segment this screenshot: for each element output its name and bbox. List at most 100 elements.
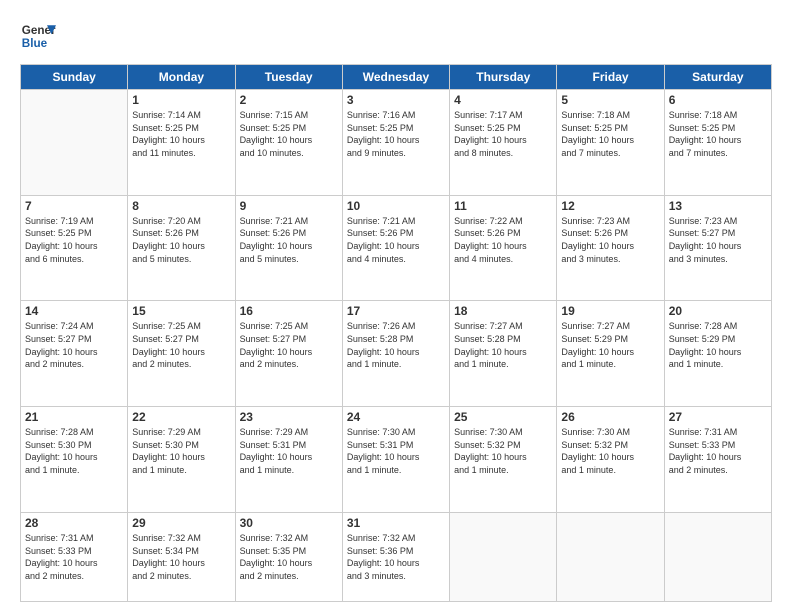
day-number: 31 <box>347 516 445 530</box>
day-number: 28 <box>25 516 123 530</box>
header-saturday: Saturday <box>664 65 771 90</box>
logo-icon: General Blue <box>20 18 56 54</box>
day-number: 19 <box>561 304 659 318</box>
table-row: 23Sunrise: 7:29 AM Sunset: 5:31 PM Dayli… <box>235 407 342 513</box>
day-number: 15 <box>132 304 230 318</box>
table-row: 26Sunrise: 7:30 AM Sunset: 5:32 PM Dayli… <box>557 407 664 513</box>
day-number: 30 <box>240 516 338 530</box>
table-row: 1 Sunrise: 7:14 AM Sunset: 5:25 PM Daylig… <box>128 90 235 196</box>
table-row: 22 Sunrise: 7:29 AM Sunset: 5:30 PM Dayli… <box>128 407 235 513</box>
empty-cell <box>21 90 128 196</box>
day-info: Sunrise: 7:18 AM Sunset: 5:25 PM Dayligh… <box>561 109 659 159</box>
day-number: 14 <box>25 304 123 318</box>
day-info: Sunrise: 7:32 AM Sunset: 5:34 PM Dayligh… <box>132 532 230 582</box>
header-sunday: Sunday <box>21 65 128 90</box>
table-row: 27 Sunrise: 7:31 AM Sunset: 5:33 PM Dayli… <box>664 407 771 513</box>
day-info: Sunrise: 7:20 AM Sunset: 5:26 PM Dayligh… <box>132 215 230 265</box>
day-info: Sunrise: 7:21 AM Sunset: 5:26 PM Dayligh… <box>347 215 445 265</box>
empty-cell <box>664 512 771 601</box>
day-info: Sunrise: 7:14 AM Sunset: 5:25 PM Dayligh… <box>132 109 230 159</box>
table-row: 5 Sunrise: 7:18 AM Sunset: 5:25 PM Daylig… <box>557 90 664 196</box>
table-row: 19 Sunrise: 7:27 AM Sunset: 5:29 PM Dayli… <box>557 301 664 407</box>
table-row: 31 Sunrise: 7:32 AM Sunset: 5:36 PM Dayli… <box>342 512 449 601</box>
day-number: 3 <box>347 93 445 107</box>
table-row: 28 Sunrise: 7:31 AM Sunset: 5:33 PM Dayli… <box>21 512 128 601</box>
day-number: 22 <box>132 410 230 424</box>
header-thursday: Thursday <box>450 65 557 90</box>
day-info: Sunrise: 7:22 AM Sunset: 5:26 PM Dayligh… <box>454 215 552 265</box>
day-info: Sunrise: 7:27 AM Sunset: 5:28 PM Dayligh… <box>454 320 552 370</box>
day-info: Sunrise: 7:31 AM Sunset: 5:33 PM Dayligh… <box>25 532 123 582</box>
table-row: 7 Sunrise: 7:19 AM Sunset: 5:25 PM Daylig… <box>21 195 128 301</box>
table-row: 11 Sunrise: 7:22 AM Sunset: 5:26 PM Dayli… <box>450 195 557 301</box>
logo: General Blue <box>20 18 56 54</box>
table-row: 20 Sunrise: 7:28 AM Sunset: 5:29 PM Dayli… <box>664 301 771 407</box>
day-number: 27 <box>669 410 767 424</box>
day-number: 5 <box>561 93 659 107</box>
table-row: 17 Sunrise: 7:26 AM Sunset: 5:28 PM Dayli… <box>342 301 449 407</box>
day-info: Sunrise: 7:30 AM Sunset: 5:32 PM Dayligh… <box>454 426 552 476</box>
day-number: 6 <box>669 93 767 107</box>
day-info: Sunrise: 7:24 AM Sunset: 5:27 PM Dayligh… <box>25 320 123 370</box>
table-row: 4 Sunrise: 7:17 AM Sunset: 5:25 PM Daylig… <box>450 90 557 196</box>
table-row: 16Sunrise: 7:25 AM Sunset: 5:27 PM Dayli… <box>235 301 342 407</box>
table-row: 13 Sunrise: 7:23 AM Sunset: 5:27 PM Dayli… <box>664 195 771 301</box>
day-number: 18 <box>454 304 552 318</box>
day-info: Sunrise: 7:27 AM Sunset: 5:29 PM Dayligh… <box>561 320 659 370</box>
day-number: 24 <box>347 410 445 424</box>
day-info: Sunrise: 7:32 AM Sunset: 5:35 PM Dayligh… <box>240 532 338 582</box>
day-number: 20 <box>669 304 767 318</box>
day-info: Sunrise: 7:30 AM Sunset: 5:31 PM Dayligh… <box>347 426 445 476</box>
table-row: 3 Sunrise: 7:16 AM Sunset: 5:25 PM Daylig… <box>342 90 449 196</box>
day-info: Sunrise: 7:23 AM Sunset: 5:27 PM Dayligh… <box>669 215 767 265</box>
day-info: Sunrise: 7:32 AM Sunset: 5:36 PM Dayligh… <box>347 532 445 582</box>
table-row: 9 Sunrise: 7:21 AM Sunset: 5:26 PM Daylig… <box>235 195 342 301</box>
day-number: 13 <box>669 199 767 213</box>
table-row: 30 Sunrise: 7:32 AM Sunset: 5:35 PM Dayli… <box>235 512 342 601</box>
day-info: Sunrise: 7:28 AM Sunset: 5:29 PM Dayligh… <box>669 320 767 370</box>
day-number: 29 <box>132 516 230 530</box>
day-info: Sunrise: 7:30 AM Sunset: 5:32 PM Dayligh… <box>561 426 659 476</box>
day-info: Sunrise: 7:26 AM Sunset: 5:28 PM Dayligh… <box>347 320 445 370</box>
day-number: 7 <box>25 199 123 213</box>
day-info: Sunrise: 7:25 AM Sunset: 5:27 PM Dayligh… <box>132 320 230 370</box>
table-row: 29 Sunrise: 7:32 AM Sunset: 5:34 PM Dayli… <box>128 512 235 601</box>
header-tuesday: Tuesday <box>235 65 342 90</box>
table-row: 15 Sunrise: 7:25 AM Sunset: 5:27 PM Dayli… <box>128 301 235 407</box>
day-number: 21 <box>25 410 123 424</box>
table-row: 10Sunrise: 7:21 AM Sunset: 5:26 PM Dayli… <box>342 195 449 301</box>
svg-text:Blue: Blue <box>22 37 48 50</box>
day-number: 16 <box>240 304 338 318</box>
table-row: 6 Sunrise: 7:18 AM Sunset: 5:25 PM Daylig… <box>664 90 771 196</box>
header-friday: Friday <box>557 65 664 90</box>
day-number: 9 <box>240 199 338 213</box>
table-row: 8 Sunrise: 7:20 AM Sunset: 5:26 PM Daylig… <box>128 195 235 301</box>
day-info: Sunrise: 7:23 AM Sunset: 5:26 PM Dayligh… <box>561 215 659 265</box>
day-info: Sunrise: 7:16 AM Sunset: 5:25 PM Dayligh… <box>347 109 445 159</box>
empty-cell <box>450 512 557 601</box>
header: General Blue <box>20 18 772 54</box>
day-info: Sunrise: 7:21 AM Sunset: 5:26 PM Dayligh… <box>240 215 338 265</box>
day-info: Sunrise: 7:31 AM Sunset: 5:33 PM Dayligh… <box>669 426 767 476</box>
day-info: Sunrise: 7:17 AM Sunset: 5:25 PM Dayligh… <box>454 109 552 159</box>
table-row: 14 Sunrise: 7:24 AM Sunset: 5:27 PM Dayli… <box>21 301 128 407</box>
header-wednesday: Wednesday <box>342 65 449 90</box>
table-row: 12 Sunrise: 7:23 AM Sunset: 5:26 PM Dayli… <box>557 195 664 301</box>
calendar-table: Sunday Monday Tuesday Wednesday Thursday… <box>20 64 772 602</box>
day-number: 4 <box>454 93 552 107</box>
day-info: Sunrise: 7:18 AM Sunset: 5:25 PM Dayligh… <box>669 109 767 159</box>
day-info: Sunrise: 7:15 AM Sunset: 5:25 PM Dayligh… <box>240 109 338 159</box>
day-number: 11 <box>454 199 552 213</box>
table-row: 18 Sunrise: 7:27 AM Sunset: 5:28 PM Dayli… <box>450 301 557 407</box>
day-number: 17 <box>347 304 445 318</box>
days-header-row: Sunday Monday Tuesday Wednesday Thursday… <box>21 65 772 90</box>
day-info: Sunrise: 7:19 AM Sunset: 5:25 PM Dayligh… <box>25 215 123 265</box>
day-info: Sunrise: 7:29 AM Sunset: 5:30 PM Dayligh… <box>132 426 230 476</box>
page-container: General Blue Sunday Monday Tuesday Wedne… <box>0 0 792 612</box>
day-number: 12 <box>561 199 659 213</box>
day-number: 1 <box>132 93 230 107</box>
table-row: 21Sunrise: 7:28 AM Sunset: 5:30 PM Dayli… <box>21 407 128 513</box>
table-row: 25Sunrise: 7:30 AM Sunset: 5:32 PM Dayli… <box>450 407 557 513</box>
day-number: 2 <box>240 93 338 107</box>
day-number: 8 <box>132 199 230 213</box>
